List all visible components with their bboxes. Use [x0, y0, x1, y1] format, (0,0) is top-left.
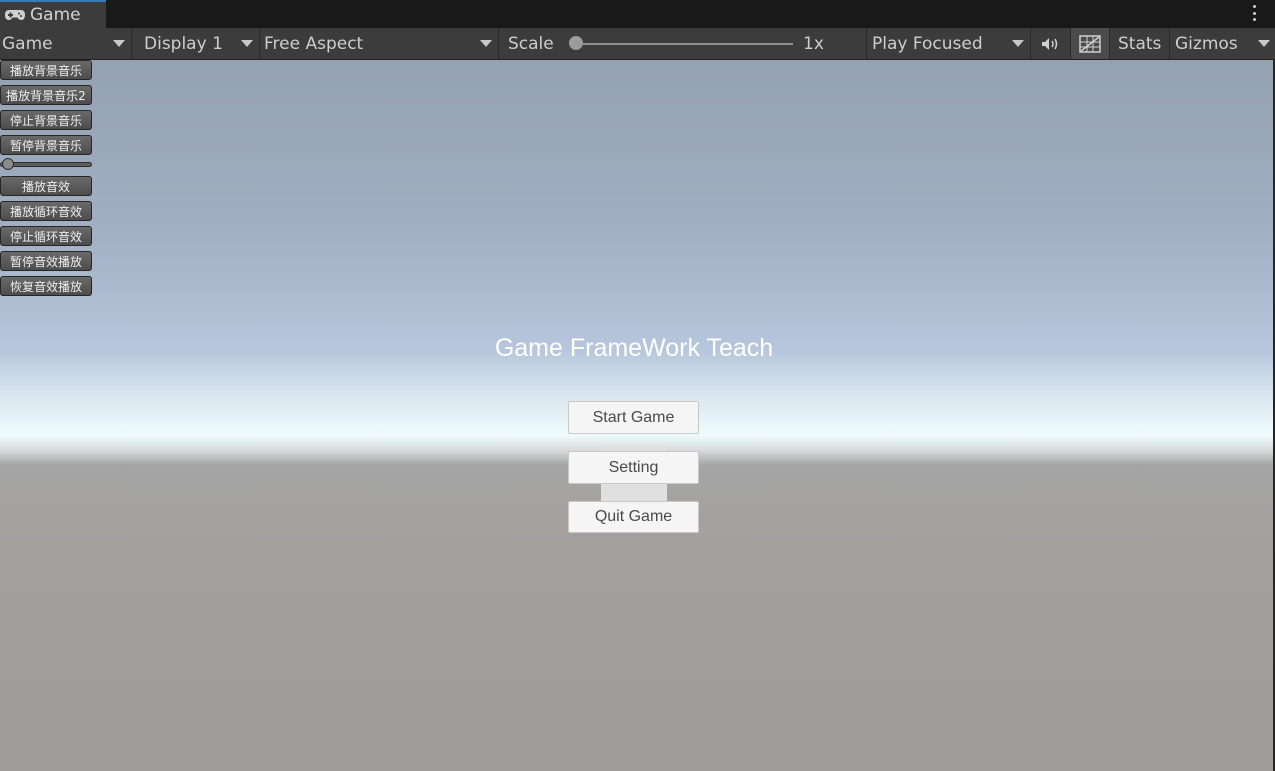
view-mode-label: Game: [2, 33, 53, 54]
play-mode-label: Play Focused: [872, 33, 983, 54]
setting-button[interactable]: Setting: [568, 451, 699, 484]
quit-game-button[interactable]: Quit Game: [568, 501, 699, 533]
aspect-dropdown[interactable]: Free Aspect: [260, 28, 499, 59]
pause-sfx-button[interactable]: 暂停音效播放: [0, 251, 92, 271]
display-label: Display 1: [144, 33, 223, 54]
display-dropdown[interactable]: Display 1: [132, 28, 260, 59]
stop-loop-sfx-button[interactable]: 停止循环音效: [0, 226, 92, 246]
pause-bgm-button[interactable]: 暂停背景音乐: [0, 135, 92, 155]
scale-slider-thumb[interactable]: [569, 36, 583, 50]
stop-bgm-button[interactable]: 停止背景音乐: [0, 110, 92, 130]
play-bgm2-button[interactable]: 播放背景音乐2: [0, 85, 92, 105]
game-viewport[interactable]: 播放背景音乐 播放背景音乐2 停止背景音乐 暂停背景音乐 播放音效 播放循环音效…: [0, 60, 1273, 771]
menu-panel-fragment: [601, 483, 667, 501]
play-mode-dropdown[interactable]: Play Focused: [867, 28, 1031, 59]
scale-label: Scale: [508, 33, 554, 54]
chevron-down-icon: [113, 40, 125, 47]
chevron-down-icon: [480, 40, 492, 47]
game-title: Game FrameWork Teach: [494, 334, 774, 362]
stats-label: Stats: [1118, 33, 1162, 54]
gizmos-dropdown[interactable]: Gizmos: [1170, 28, 1275, 59]
volume-slider-thumb[interactable]: [2, 158, 14, 170]
aspect-label: Free Aspect: [264, 33, 364, 54]
more-options-icon[interactable]: [1253, 5, 1257, 21]
scale-value: 1x: [803, 33, 824, 54]
view-mode-dropdown[interactable]: Game: [0, 28, 132, 59]
tab-game[interactable]: Game: [0, 0, 106, 28]
tab-label: Game: [30, 5, 81, 25]
resume-sfx-button[interactable]: 恢复音效播放: [0, 276, 92, 296]
chevron-down-icon: [1258, 40, 1270, 47]
toggle-gizmo-grid-button[interactable]: [1071, 28, 1110, 59]
chevron-down-icon: [1012, 40, 1024, 47]
gamepad-icon: [5, 10, 25, 20]
speaker-icon: [1041, 37, 1057, 50]
game-view-toolbar: Game Display 1 Free Aspect Scale 1x Play…: [0, 28, 1275, 60]
play-bgm-button[interactable]: 播放背景音乐: [0, 60, 92, 80]
grid-icon: [1079, 34, 1101, 53]
stats-button[interactable]: Stats: [1110, 28, 1170, 59]
play-sfx-button[interactable]: 播放音效: [0, 176, 92, 196]
volume-slider[interactable]: [0, 158, 92, 170]
play-loop-sfx-button[interactable]: 播放循环音效: [0, 201, 92, 221]
scale-slider-track[interactable]: [577, 43, 793, 45]
chevron-down-icon: [241, 40, 253, 47]
mute-audio-button[interactable]: [1031, 28, 1071, 59]
gizmos-label: Gizmos: [1175, 33, 1238, 54]
tab-bar: Game: [0, 0, 1275, 28]
start-game-button[interactable]: Start Game: [568, 401, 699, 434]
